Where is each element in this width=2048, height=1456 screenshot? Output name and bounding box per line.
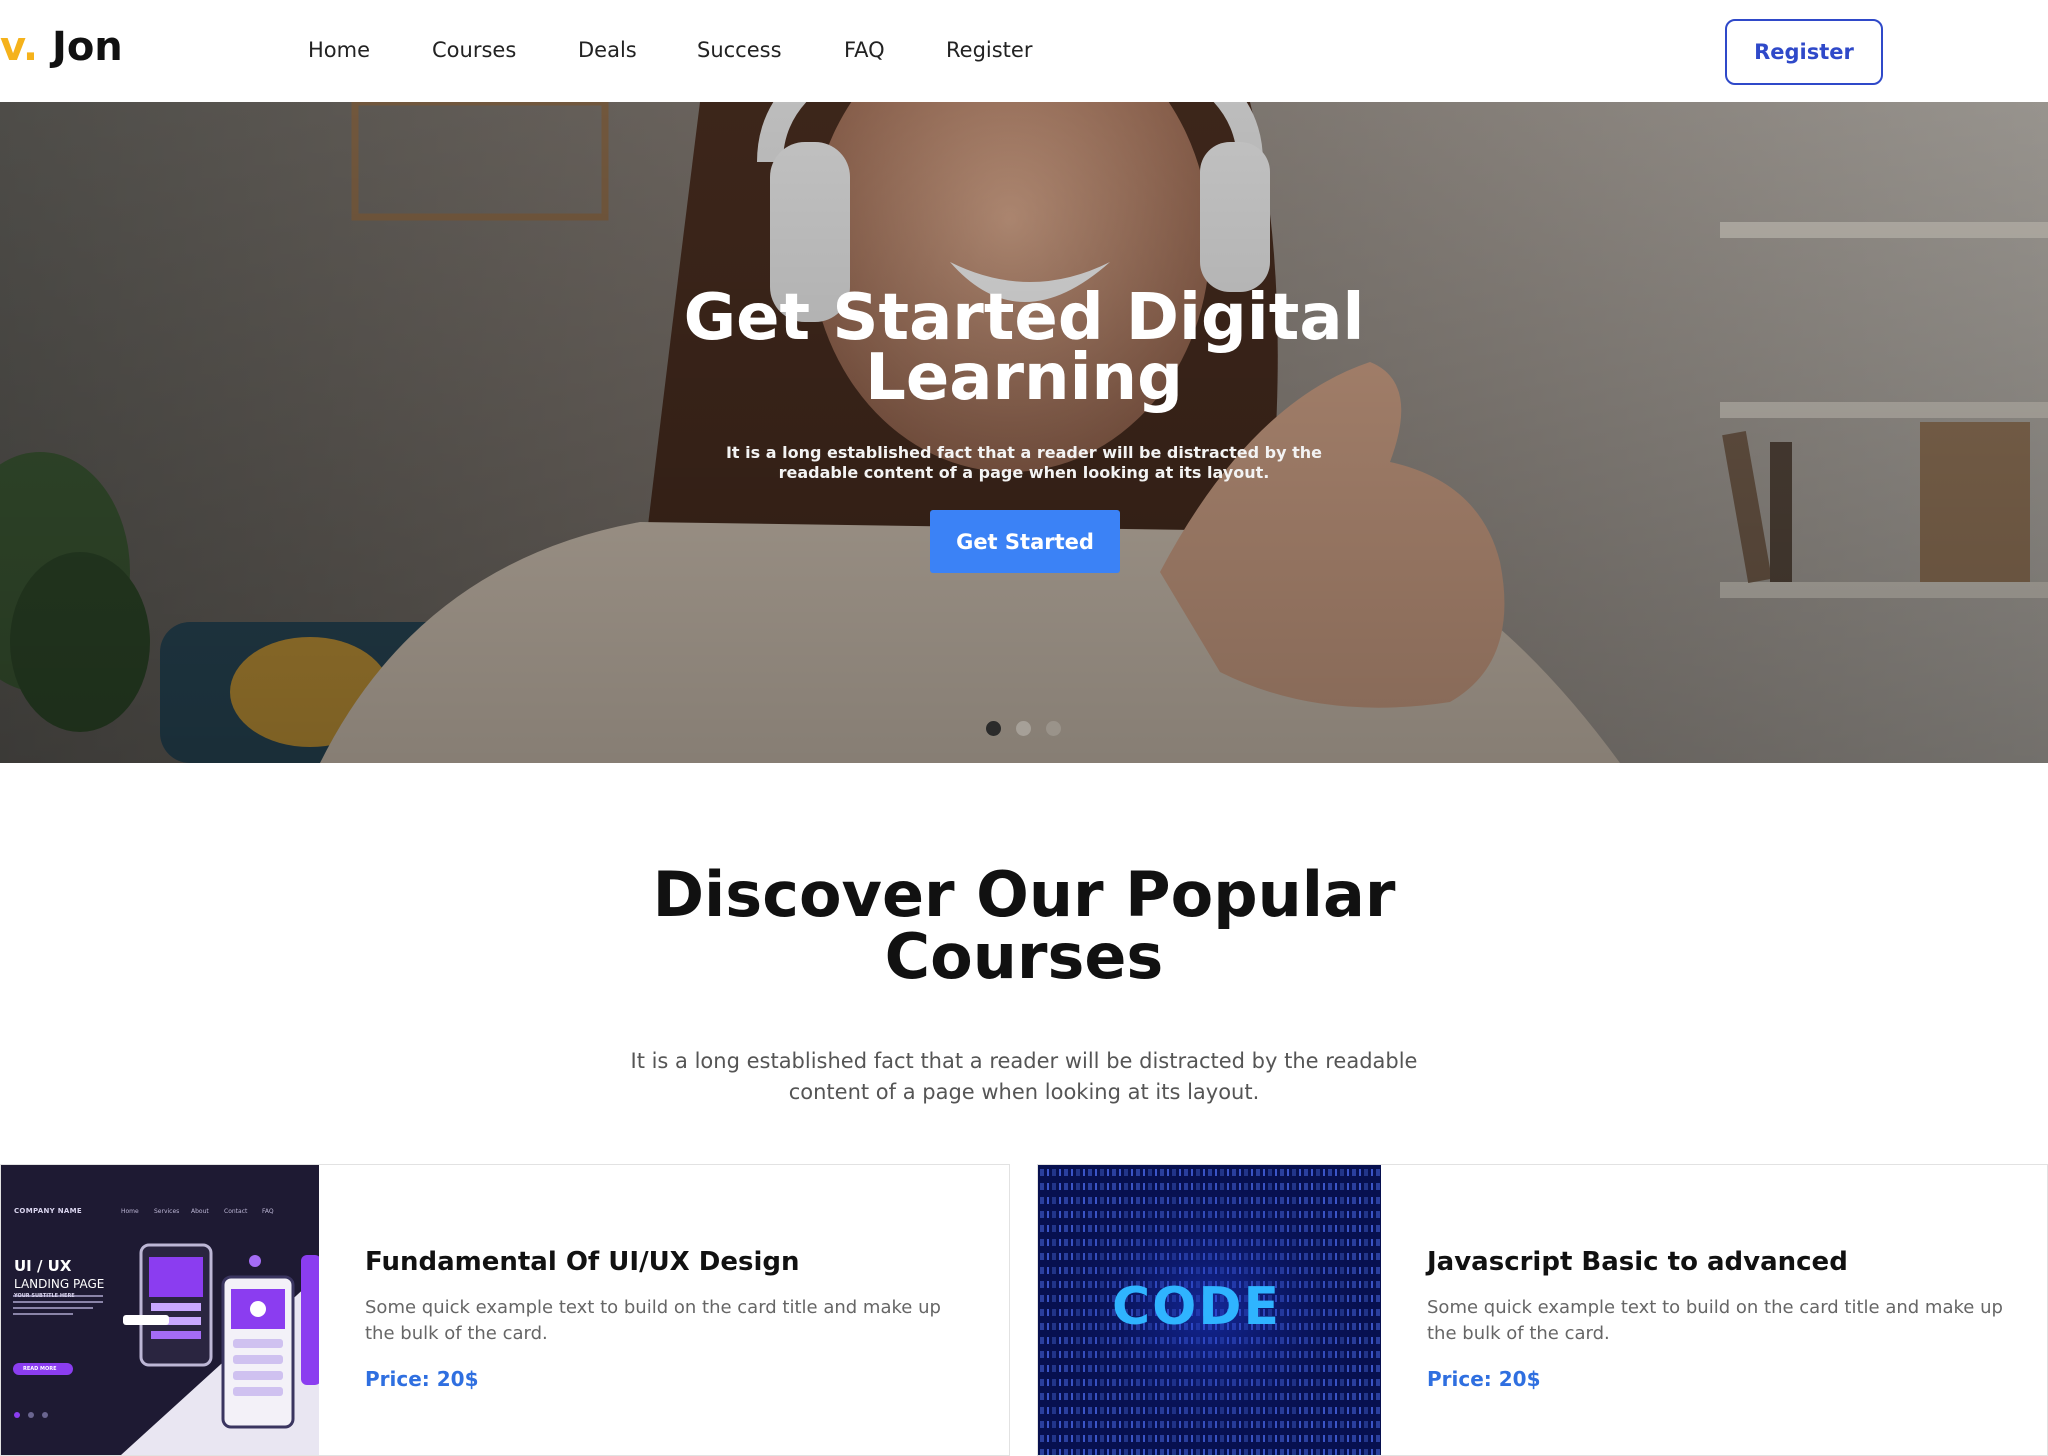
thumb-menu-faq: FAQ	[262, 1208, 274, 1215]
carousel-dot-1[interactable]	[986, 721, 1001, 736]
course-title[interactable]: Javascript Basic to advanced	[1427, 1247, 1848, 1277]
thumb-code-word: CODE	[1112, 1277, 1282, 1337]
brand-prefix: v.	[0, 24, 39, 70]
nav-home[interactable]: Home	[308, 38, 370, 62]
brand-name: Jon	[38, 24, 123, 70]
hero-subtitle: It is a long established fact that a rea…	[725, 443, 1323, 482]
course-price: Price: 20$	[1427, 1367, 1541, 1391]
thumb-company-name: COMPANY NAME	[14, 1207, 82, 1215]
courses-title: Discover Our Popular Courses	[652, 858, 1396, 993]
thumb-tagline: YOUR SUBTITLE HERE	[14, 1293, 75, 1299]
course-description: Some quick example text to build on the …	[365, 1297, 941, 1344]
hero-title: Get Started Digital Learning	[683, 281, 1365, 415]
hero-carousel: Get Started Digital Learning It is a lon…	[0, 102, 2048, 763]
course-card-uiux[interactable]: COMPANY NAME Home Services About Contact…	[0, 1164, 1010, 1456]
thumb-menu-contact: Contact	[224, 1208, 248, 1215]
nav-courses[interactable]: Courses	[432, 38, 516, 62]
course-price: Price: 20$	[365, 1367, 479, 1391]
thumb-subheading: LANDING PAGE	[14, 1277, 105, 1291]
nav-register[interactable]: Register	[946, 38, 1032, 62]
nav-faq[interactable]: FAQ	[844, 38, 885, 62]
course-card-javascript[interactable]: CODE Javascript Basic to advanced Some q…	[1037, 1164, 2048, 1456]
uiux-thumbnail: COMPANY NAME Home Services About Contact…	[1, 1165, 319, 1455]
thumb-menu-home: Home	[121, 1208, 139, 1215]
nav-success[interactable]: Success	[697, 38, 782, 62]
thumb-read-more: READ MORE	[23, 1366, 57, 1372]
course-description: Some quick example text to build on the …	[1427, 1297, 2003, 1344]
brand-logo[interactable]: v. Jon	[0, 24, 123, 70]
code-thumbnail: CODE	[1038, 1165, 1381, 1455]
carousel-dot-3[interactable]	[1046, 721, 1061, 736]
carousel-dot-2[interactable]	[1016, 721, 1031, 736]
navbar: v. Jon Home Courses Deals Success FAQ Re…	[0, 0, 2048, 102]
hero-background-image	[0, 102, 2048, 763]
thumb-menu-services: Services	[154, 1208, 180, 1215]
nav-deals[interactable]: Deals	[578, 38, 637, 62]
thumb-heading: UI / UX	[14, 1257, 72, 1275]
courses-subtitle: It is a long established fact that a rea…	[630, 1049, 1418, 1104]
get-started-button[interactable]: Get Started	[930, 510, 1120, 573]
course-title[interactable]: Fundamental Of UI/UX Design	[365, 1247, 800, 1277]
thumb-menu-about: About	[191, 1208, 209, 1215]
register-button[interactable]: Register	[1725, 19, 1883, 85]
